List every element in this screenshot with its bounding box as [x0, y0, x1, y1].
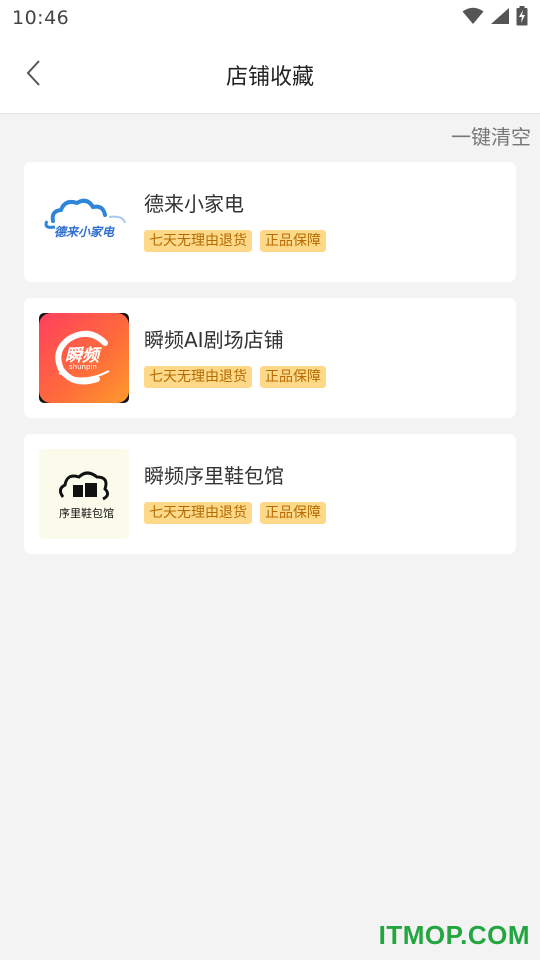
logo-subtext: shunpin	[69, 363, 97, 371]
battery-charging-icon	[516, 6, 528, 30]
shop-card[interactable]: 德来小家电 德来小家电 七天无理由退货 正品保障	[24, 162, 516, 282]
status-time: 10:46	[12, 7, 70, 29]
tag-genuine-guarantee: 正品保障	[260, 366, 326, 388]
chevron-left-icon	[24, 59, 44, 91]
tag-list: 七天无理由退货 正品保障	[144, 230, 326, 252]
nav-bar: 店铺收藏	[0, 36, 540, 114]
logo-text: 序里鞋包馆	[59, 507, 114, 520]
shop-list: 德来小家电 德来小家电 七天无理由退货 正品保障 瞬频 shunpin 瞬频AI…	[24, 162, 516, 570]
tag-list: 七天无理由退货 正品保障	[144, 502, 326, 524]
tag-seven-day-return: 七天无理由退货	[144, 366, 252, 388]
shop-info: 瞬频序里鞋包馆 七天无理由退货 正品保障	[144, 464, 326, 524]
tag-seven-day-return: 七天无理由退货	[144, 502, 252, 524]
tag-list: 七天无理由退货 正品保障	[144, 366, 326, 388]
page-title: 店铺收藏	[225, 64, 314, 90]
back-button[interactable]	[14, 55, 54, 95]
shop-name: 瞬频序里鞋包馆	[144, 464, 284, 488]
status-bar: 10:46	[0, 0, 540, 36]
shop-logo: 德来小家电	[39, 177, 129, 267]
clear-all-button[interactable]: 一键清空	[451, 121, 531, 150]
shop-name: 瞬频AI剧场店铺	[144, 328, 284, 352]
tag-seven-day-return: 七天无理由退货	[144, 230, 252, 252]
shop-info: 瞬频AI剧场店铺 七天无理由退货 正品保障	[144, 328, 326, 388]
cellular-signal-icon	[490, 7, 510, 29]
watermark: ITMOP.COM	[378, 920, 530, 950]
shop-logo: 瞬频 shunpin	[39, 313, 129, 403]
tag-genuine-guarantee: 正品保障	[260, 230, 326, 252]
logo-text: 德来小家电	[53, 224, 114, 239]
shop-info: 德来小家电 七天无理由退货 正品保障	[144, 192, 326, 252]
tag-genuine-guarantee: 正品保障	[260, 502, 326, 524]
shop-logo: 序里鞋包馆	[39, 449, 129, 539]
shop-name: 德来小家电	[144, 192, 244, 216]
shop-card[interactable]: 序里鞋包馆 瞬频序里鞋包馆 七天无理由退货 正品保障	[24, 434, 516, 554]
status-icons	[462, 6, 528, 30]
wifi-icon	[462, 7, 484, 29]
shop-card[interactable]: 瞬频 shunpin 瞬频AI剧场店铺 七天无理由退货 正品保障	[24, 298, 516, 418]
